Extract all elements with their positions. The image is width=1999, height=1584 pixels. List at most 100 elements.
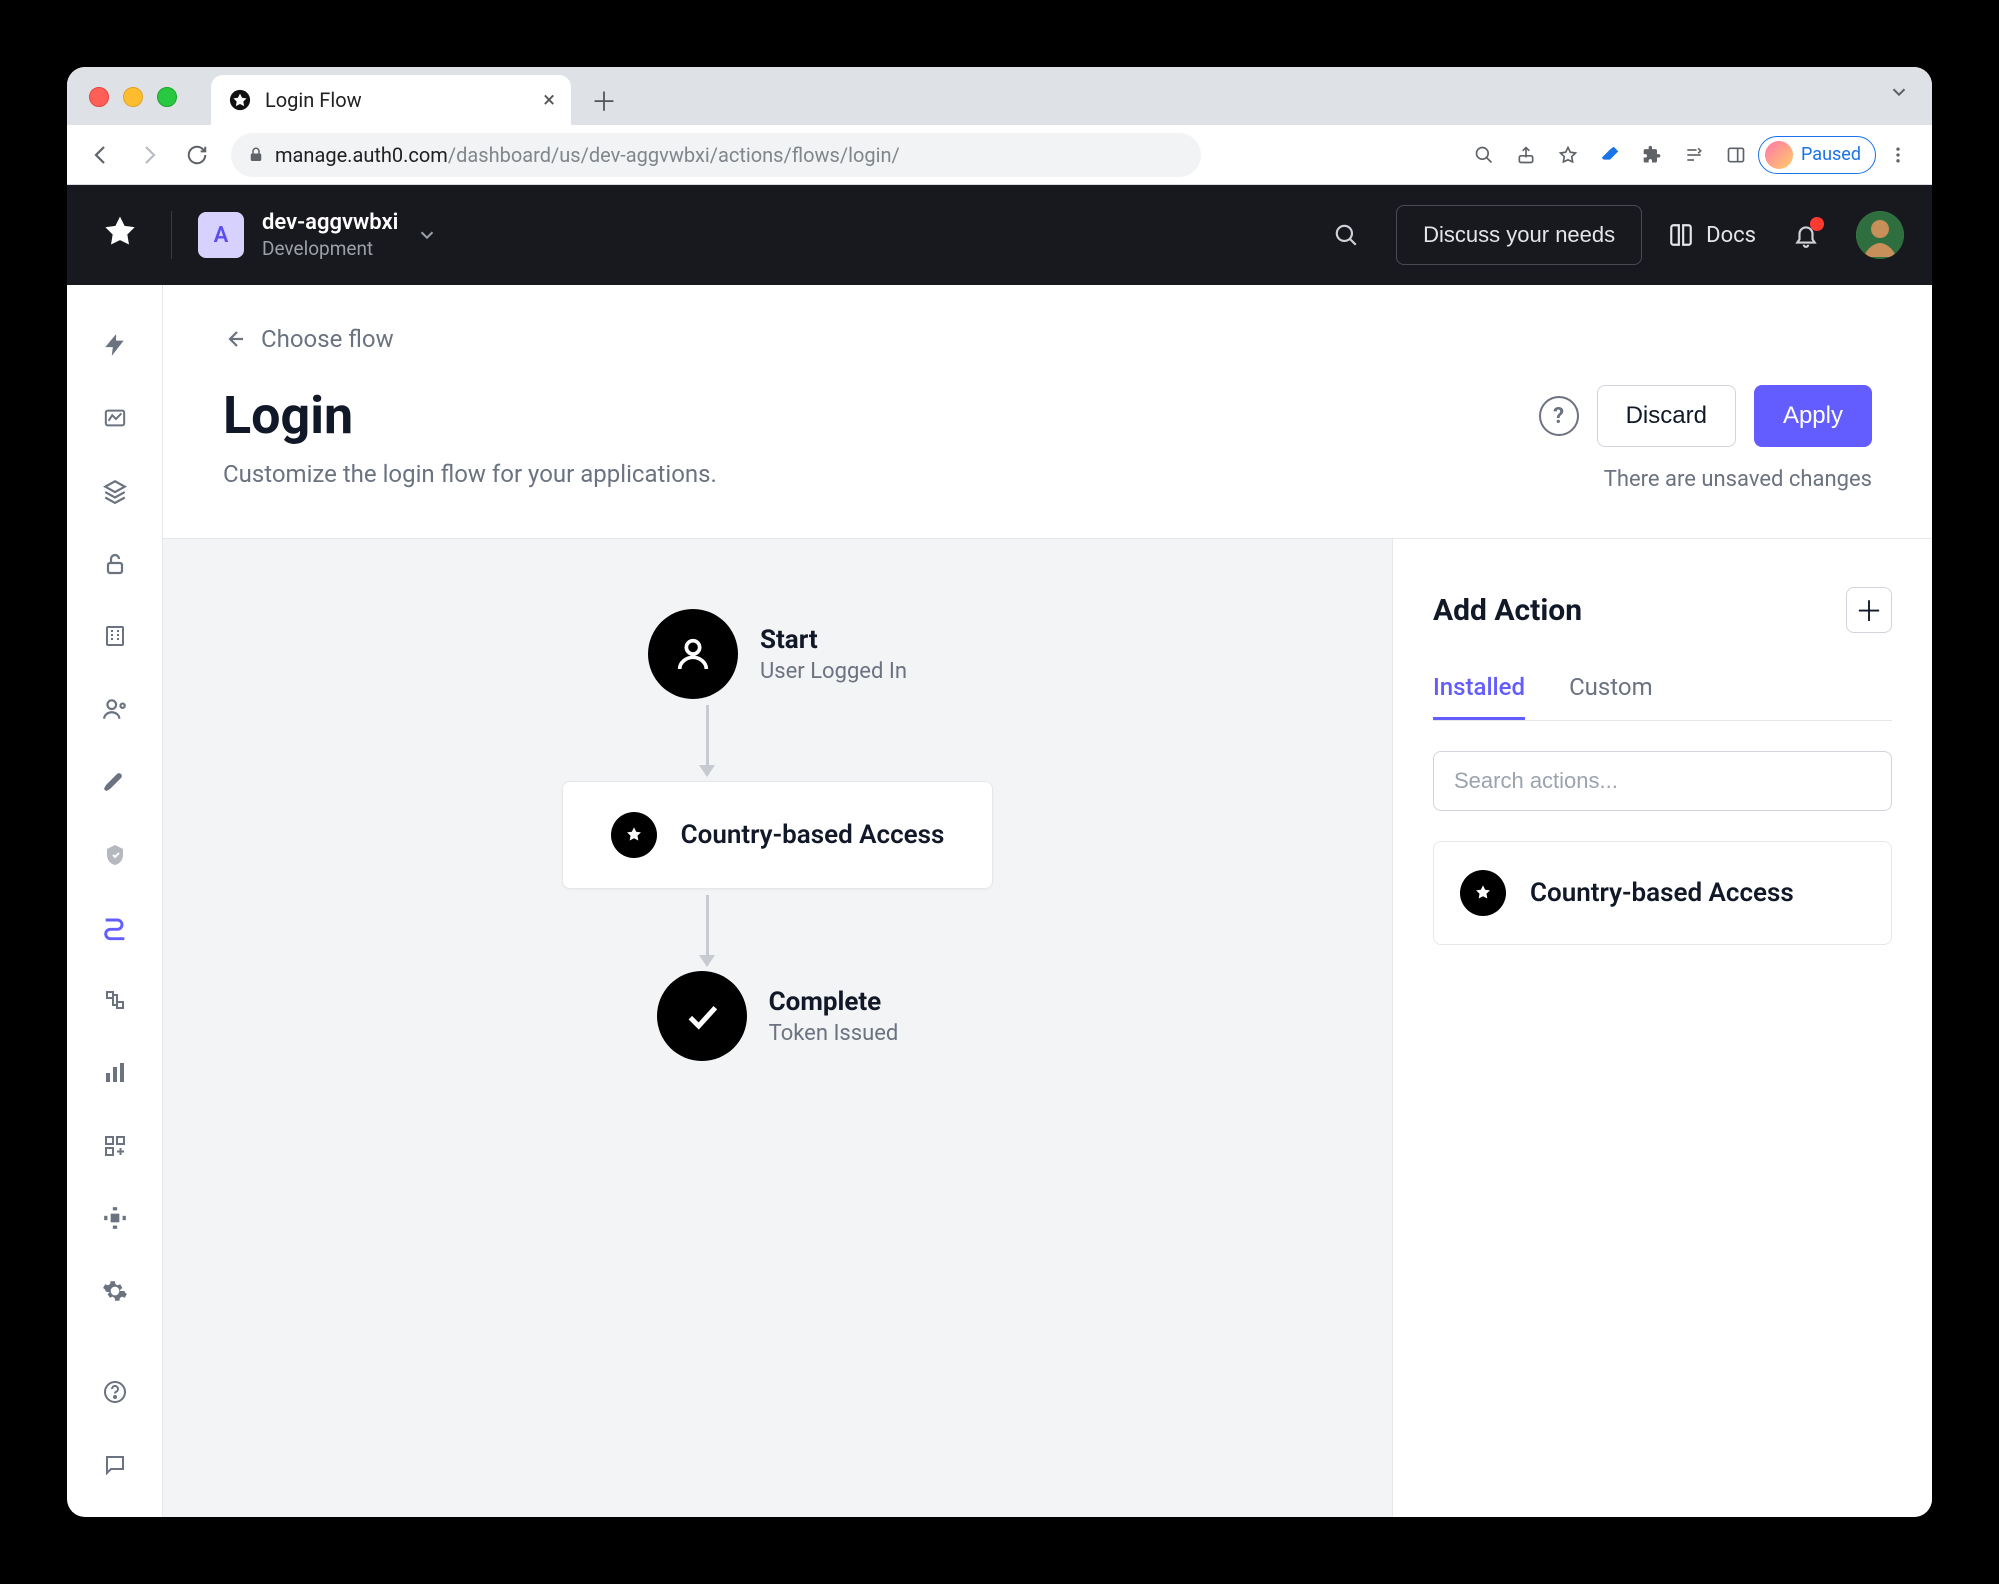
flow-start-node: Start User Logged In <box>648 609 907 699</box>
tab-custom[interactable]: Custom <box>1569 673 1653 720</box>
apply-button[interactable]: Apply <box>1754 385 1872 447</box>
nav-extensions-icon[interactable] <box>91 1196 139 1241</box>
app-header: A dev-aggvwbxi Development Discuss your … <box>67 185 1932 285</box>
address-bar[interactable]: manage.auth0.com/dashboard/us/dev-aggvwb… <box>231 133 1201 177</box>
nav-security-icon[interactable] <box>91 832 139 877</box>
start-subtitle: User Logged In <box>760 659 907 684</box>
nav-organizations-icon[interactable] <box>91 614 139 659</box>
kebab-menu-icon[interactable] <box>1878 135 1918 175</box>
lock-icon <box>247 146 265 164</box>
nav-branding-icon[interactable] <box>91 760 139 805</box>
url-text: manage.auth0.com/dashboard/us/dev-aggvwb… <box>275 143 900 167</box>
nav-monitoring-icon[interactable] <box>91 1051 139 1096</box>
search-actions-box[interactable] <box>1433 751 1892 811</box>
flow-connector <box>706 895 709 965</box>
search-actions-input[interactable] <box>1454 768 1871 794</box>
profile-label: Paused <box>1801 144 1861 165</box>
installed-action-card[interactable]: Country-based Access <box>1433 841 1892 945</box>
tenant-badge: A <box>198 212 244 258</box>
auth0-badge-icon <box>611 812 657 858</box>
help-icon[interactable]: ? <box>1539 396 1579 436</box>
window-close-icon[interactable] <box>89 87 109 107</box>
tenant-text: dev-aggvwbxi Development <box>262 210 398 260</box>
flow-action-label: Country-based Access <box>681 820 945 850</box>
docs-label: Docs <box>1706 223 1756 248</box>
check-icon <box>657 971 747 1061</box>
discard-button[interactable]: Discard <box>1597 385 1736 447</box>
browser-window: Login Flow × ＋ manage. <box>67 67 1932 1517</box>
nav-applications-icon[interactable] <box>91 469 139 514</box>
nav-authentication-icon[interactable] <box>91 541 139 586</box>
url-host: manage.auth0.com <box>275 143 448 167</box>
eraser-icon[interactable] <box>1590 135 1630 175</box>
flow-action-card[interactable]: Country-based Access <box>562 781 994 889</box>
window-controls <box>89 87 177 107</box>
start-title: Start <box>760 625 907 655</box>
nav-users-icon[interactable] <box>91 687 139 732</box>
tenant-env: Development <box>262 237 398 260</box>
nav-activity-icon[interactable] <box>91 396 139 441</box>
work-area: Start User Logged In Country-based Acces… <box>163 538 1932 1517</box>
nav-actions-icon[interactable] <box>91 905 139 950</box>
window-minimize-icon[interactable] <box>123 87 143 107</box>
plus-icon: ＋ <box>1855 590 1883 630</box>
share-icon[interactable] <box>1506 135 1546 175</box>
flow-connector <box>706 705 709 775</box>
action-tabs: Installed Custom <box>1433 673 1892 721</box>
extensions-icon[interactable] <box>1632 135 1672 175</box>
reading-list-icon[interactable] <box>1674 135 1714 175</box>
reload-icon[interactable] <box>177 135 217 175</box>
url-path: /dashboard/us/dev-aggvwbxi/actions/flows… <box>448 143 900 167</box>
browser-tab[interactable]: Login Flow × <box>211 75 571 125</box>
zoom-icon[interactable] <box>1464 135 1504 175</box>
nav-settings-icon[interactable] <box>91 1269 139 1314</box>
side-panel-icon[interactable] <box>1716 135 1756 175</box>
back-breadcrumb[interactable]: Choose flow <box>223 325 1872 353</box>
complete-subtitle: Token Issued <box>769 1021 899 1046</box>
tenant-name: dev-aggvwbxi <box>262 210 398 235</box>
auth0-favicon-icon <box>227 87 253 113</box>
nav-feedback-icon[interactable] <box>91 1442 139 1487</box>
installed-action-label: Country-based Access <box>1530 878 1794 908</box>
right-panel: Add Action ＋ Installed Custom <box>1392 539 1932 1517</box>
user-avatar[interactable] <box>1856 211 1904 259</box>
header-search-icon[interactable] <box>1322 211 1370 259</box>
flow-canvas[interactable]: Start User Logged In Country-based Acces… <box>163 539 1392 1517</box>
page-subtitle: Customize the login flow for your applic… <box>223 460 717 488</box>
tabstrip-expand-icon[interactable] <box>1888 81 1910 103</box>
profile-avatar-icon <box>1765 141 1793 169</box>
window-maximize-icon[interactable] <box>157 87 177 107</box>
star-icon[interactable] <box>1548 135 1588 175</box>
tenant-switcher[interactable]: A dev-aggvwbxi Development <box>198 210 438 260</box>
breadcrumb-label: Choose flow <box>261 325 394 353</box>
right-panel-title: Add Action <box>1433 593 1582 628</box>
nav-marketplace-icon[interactable] <box>91 1123 139 1168</box>
docs-link[interactable]: Docs <box>1668 222 1756 248</box>
tab-close-icon[interactable]: × <box>543 88 555 113</box>
browser-chrome: Login Flow × ＋ manage. <box>67 67 1932 185</box>
user-icon <box>648 609 738 699</box>
nav-getting-started-icon[interactable] <box>91 323 139 368</box>
nav-forward-icon[interactable] <box>129 135 169 175</box>
profile-chip[interactable]: Paused <box>1758 136 1876 174</box>
new-tab-button[interactable]: ＋ <box>583 79 625 121</box>
nav-help-icon[interactable] <box>91 1370 139 1415</box>
tab-strip: Login Flow × ＋ <box>67 67 1932 125</box>
auth0-logo-icon[interactable] <box>95 210 145 260</box>
flow-complete-node: Complete Token Issued <box>657 971 899 1061</box>
nav-pipelines-icon[interactable] <box>91 978 139 1023</box>
browser-toolbar: manage.auth0.com/dashboard/us/dev-aggvwb… <box>67 125 1932 185</box>
page-title: Login <box>223 385 717 446</box>
add-action-button[interactable]: ＋ <box>1846 587 1892 633</box>
complete-title: Complete <box>769 987 899 1017</box>
book-icon <box>1668 222 1694 248</box>
tab-installed[interactable]: Installed <box>1433 673 1525 720</box>
nav-back-icon[interactable] <box>81 135 121 175</box>
notifications-icon[interactable] <box>1782 211 1830 259</box>
toolbar-right: Paused <box>1464 135 1918 175</box>
discuss-needs-button[interactable]: Discuss your needs <box>1396 205 1642 265</box>
divider <box>171 211 172 259</box>
main-area: Choose flow Login Customize the login fl… <box>163 285 1932 1517</box>
app-body: Choose flow Login Customize the login fl… <box>67 285 1932 1517</box>
unsaved-text: There are unsaved changes <box>1604 467 1872 492</box>
